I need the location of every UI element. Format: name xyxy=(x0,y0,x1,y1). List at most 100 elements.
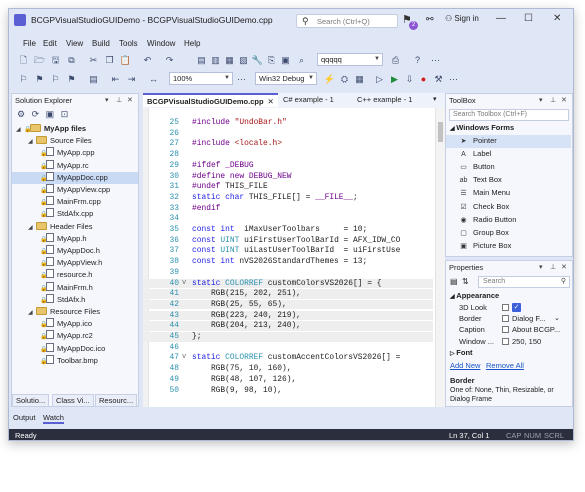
close-icon[interactable]: ✕ xyxy=(561,94,567,107)
file-item[interactable]: 🔒 MyAppView.cpp xyxy=(12,184,138,196)
maximize-button[interactable]: ☐ xyxy=(524,13,533,24)
tab-watch[interactable]: Watch xyxy=(43,413,64,424)
show-all-files-icon[interactable]: ▣ xyxy=(46,109,55,119)
checked-checkbox-icon[interactable]: ✓ xyxy=(512,303,521,312)
next-bookmark-icon[interactable]: ⚐ xyxy=(49,73,62,86)
clear-bookmarks-icon[interactable]: ⚑ xyxy=(65,73,78,86)
output-icon[interactable]: ⎘ xyxy=(265,54,278,67)
menu-file[interactable]: File xyxy=(23,39,36,48)
file-item[interactable]: 🔒 MyApp.h xyxy=(12,232,138,245)
tab-output[interactable]: Output xyxy=(13,413,36,422)
outdent-icon[interactable]: ⇤ xyxy=(109,73,122,86)
window-split-icon[interactable]: ▥ xyxy=(209,54,222,67)
file-item[interactable]: 🔒 StdAfx.h xyxy=(12,293,138,306)
sign-in-link[interactable]: ⚇ Sign in xyxy=(445,14,479,23)
help-icon[interactable]: ? xyxy=(411,54,424,67)
chevron-down-icon[interactable]: ▾ xyxy=(539,94,543,107)
file-item[interactable]: 🔒 StdAfx.cpp xyxy=(12,208,138,220)
start-debug-icon[interactable]: ▶ xyxy=(388,73,401,86)
save-all-icon[interactable]: ⧉ xyxy=(65,54,78,67)
file-item[interactable]: 🔒 MyAppDoc.ico xyxy=(12,342,138,355)
toolbox-item[interactable]: ▣ Picture Box xyxy=(446,240,571,253)
close-icon[interactable]: ✕ xyxy=(561,261,567,274)
close-icon[interactable]: ✕ xyxy=(127,94,133,107)
copy-icon[interactable]: ❐ xyxy=(103,54,116,67)
wrench-icon[interactable]: 🔧 xyxy=(251,54,264,67)
menu-help[interactable]: Help xyxy=(184,39,200,48)
window-layout-icon[interactable]: ▤ xyxy=(195,54,208,67)
properties-icon[interactable]: ⚙ xyxy=(17,109,25,119)
property-row[interactable]: Border Dialog F... ⌄ xyxy=(446,313,571,324)
properties-icon[interactable]: ▧ xyxy=(237,54,250,67)
comment-icon[interactable]: ▤ xyxy=(87,73,100,86)
save-icon[interactable]: 🖫 xyxy=(49,54,62,67)
property-row[interactable]: Window ... 250, 150 xyxy=(446,336,571,347)
tab-class-view[interactable]: Class Vi... xyxy=(52,394,94,407)
file-item[interactable]: 🔒 Toolbar.bmp xyxy=(12,354,138,367)
tab-document-cpp[interactable]: BCGPVisualStudioGUIDemo.cpp ✕ xyxy=(143,93,278,107)
add-new-link[interactable]: Add New xyxy=(450,361,480,370)
minimize-button[interactable]: — xyxy=(496,13,506,24)
menu-view[interactable]: View xyxy=(66,39,83,48)
categorized-icon[interactable]: ▤ xyxy=(450,277,458,286)
prev-bookmark-icon[interactable]: ⚑ xyxy=(33,73,46,86)
chevron-down-icon[interactable]: ▾ xyxy=(539,261,543,274)
file-item[interactable]: 🔒 MainFrm.cpp xyxy=(12,196,138,208)
chevron-down-icon[interactable]: ▾ xyxy=(105,94,109,107)
project-node[interactable]: ◢ 🔒 MyApp files xyxy=(12,123,138,135)
toolbox-item[interactable]: A Label xyxy=(446,148,571,161)
pin-icon[interactable]: ⊥ xyxy=(116,94,122,107)
fold-toggle[interactable]: v xyxy=(182,279,186,289)
menu-window[interactable]: Window xyxy=(147,39,175,48)
source-files-folder[interactable]: ◢ Source Files xyxy=(12,135,138,147)
code-editor[interactable]: 25 #include "UndoBar.h" 26 27 #include <loca… xyxy=(143,108,445,407)
toolbox-item[interactable]: ab Text Box xyxy=(446,174,571,187)
find-in-files-icon[interactable]: ⌕ xyxy=(295,54,308,67)
navigate-icon[interactable]: ↔ xyxy=(147,73,160,86)
tab-cpp-example[interactable]: C++ example - 1 xyxy=(353,93,416,107)
toolbox-group-header[interactable]: ◢ Windows Forms xyxy=(450,123,514,132)
header-files-folder[interactable]: ◢ Header Files xyxy=(12,221,138,233)
toolbox-item[interactable]: ◉ Radio Button xyxy=(446,214,571,227)
menu-edit[interactable]: Edit xyxy=(43,39,57,48)
resource-files-folder[interactable]: ◢ Resource Files xyxy=(12,306,138,318)
menu-tools[interactable]: Tools xyxy=(119,39,138,48)
breakpoint-icon[interactable]: ● xyxy=(417,73,430,86)
file-item[interactable]: 🔒 MyAppDoc.h xyxy=(12,245,138,257)
toolbox-item[interactable]: ☰ Main Menu xyxy=(446,187,571,200)
indent-icon[interactable]: ⇥ xyxy=(125,73,138,86)
property-checkbox[interactable] xyxy=(502,304,509,311)
property-row[interactable]: 3D Look ✓ xyxy=(446,302,571,313)
refresh-icon[interactable]: ⟳ xyxy=(32,109,40,119)
fold-toggle[interactable]: v xyxy=(182,353,186,363)
build-icon[interactable]: ⚡ xyxy=(323,73,336,86)
close-icon[interactable]: ✕ xyxy=(268,97,274,106)
cut-icon[interactable]: ✂ xyxy=(87,54,100,67)
tab-resource-view[interactable]: Resourc... xyxy=(95,394,138,407)
property-checkbox[interactable] xyxy=(502,337,509,345)
properties-search-input[interactable]: Search ⚲ xyxy=(478,276,570,288)
toolbar-options-icon[interactable]: ⋯ xyxy=(429,54,442,67)
file-item[interactable]: 🔒 MyAppView.h xyxy=(12,257,138,269)
collapse-icon[interactable]: ◢ xyxy=(28,307,36,319)
paste-icon[interactable]: 📋 xyxy=(119,54,132,67)
sort-alpha-icon[interactable]: ⇅ xyxy=(462,277,469,286)
toolbox-icon[interactable]: ▣ xyxy=(279,54,292,67)
file-item[interactable]: 🔒 MyApp.rc2 xyxy=(12,330,138,342)
toolbox-item[interactable]: ☑ Check Box xyxy=(446,201,571,214)
file-item[interactable]: 🔒 MainFrm.h xyxy=(12,281,138,294)
zoom-options-icon[interactable]: ⋯ xyxy=(235,73,248,86)
toolbox-item[interactable]: ➤ Pointer xyxy=(446,135,571,148)
file-item[interactable]: 🔒 MyAppDoc.cpp xyxy=(12,171,138,184)
property-checkbox[interactable] xyxy=(502,326,509,334)
print-icon[interactable]: ⎙ xyxy=(389,54,402,67)
undo-icon[interactable]: ↶ xyxy=(141,54,154,67)
bookmark-icon[interactable]: ⚐ xyxy=(17,73,30,86)
toolbar-options-icon[interactable]: ⋯ xyxy=(447,73,460,86)
solution-explorer-icon[interactable]: ▦ xyxy=(223,54,236,67)
quick-search-box[interactable]: ⚲ Search (Ctrl+Q) xyxy=(296,14,398,28)
file-item[interactable]: 🔒 resource.h xyxy=(12,269,138,281)
toolbox-item[interactable]: ▢ Group Box xyxy=(446,227,571,240)
tab-solution-explorer[interactable]: Solutio... xyxy=(12,394,50,407)
build-solution-icon[interactable]: ⛭ xyxy=(338,73,351,86)
